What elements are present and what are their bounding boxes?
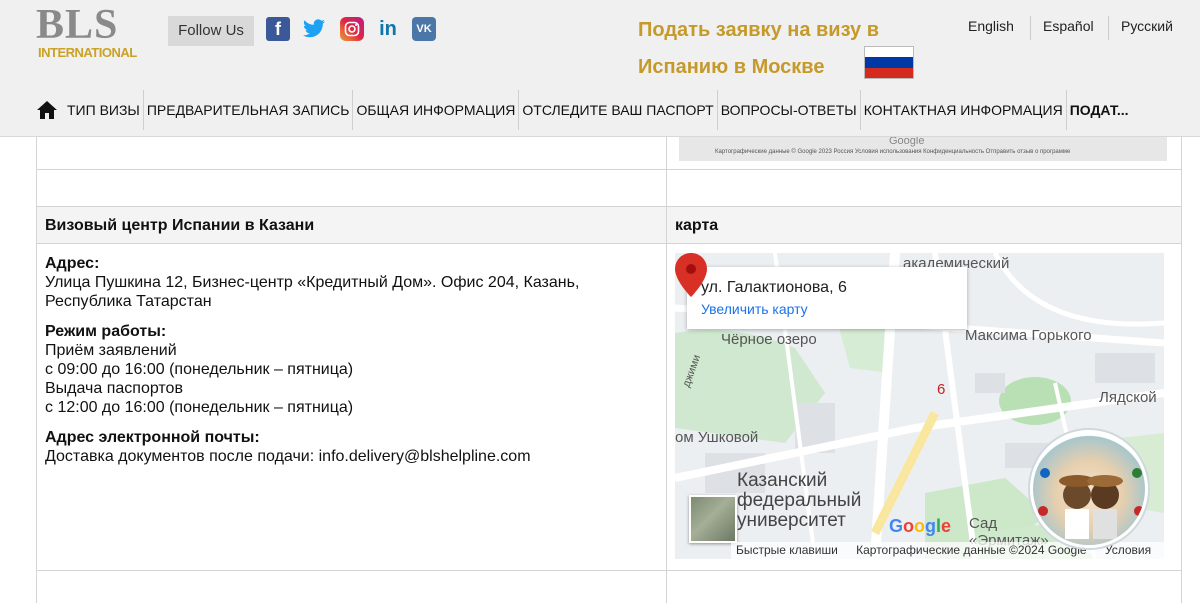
language-russian[interactable]: Русский bbox=[1108, 16, 1185, 40]
nav-apply[interactable]: ПОДАТ... bbox=[1067, 90, 1132, 130]
facebook-icon[interactable]: f bbox=[266, 17, 290, 41]
map-terms-link[interactable]: Условия bbox=[1105, 543, 1151, 557]
instagram-icon[interactable] bbox=[340, 17, 364, 41]
email-value: Доставка документов после подачи: info.d… bbox=[45, 448, 531, 465]
map-column-title: карта bbox=[675, 217, 719, 234]
twitter-icon[interactable] bbox=[302, 17, 326, 41]
nav-general-info[interactable]: ОБЩАЯ ИНФОРМАЦИЯ bbox=[353, 90, 520, 130]
russia-flag-icon bbox=[864, 46, 914, 79]
table-cell bbox=[37, 137, 667, 169]
watermark-badge bbox=[1030, 430, 1148, 548]
place-title: ул. Галактионова, 6 bbox=[701, 279, 847, 296]
previous-map-attribution: Картографические данные © Google 2023 Ро… bbox=[715, 149, 1071, 155]
table-cell bbox=[667, 571, 1181, 603]
address-value: Улица Пушкина 12, Бизнес-центр «Кредитны… bbox=[45, 274, 580, 310]
language-spanish[interactable]: Español bbox=[1030, 16, 1106, 40]
satellite-toggle[interactable] bbox=[689, 495, 737, 543]
table-row bbox=[36, 170, 1182, 207]
map-data-attribution: Картографические данные ©2024 Google bbox=[856, 543, 1087, 557]
previous-map-strip[interactable]: Google Картографические данные © Google … bbox=[679, 137, 1167, 161]
table-cell bbox=[667, 170, 1181, 206]
bls-logo[interactable]: BLS INTERNATIONAL bbox=[36, 4, 140, 62]
google-mark: Google bbox=[889, 137, 925, 147]
site-header: BLS INTERNATIONAL Follow Us f in VK Пода… bbox=[0, 0, 1200, 137]
address-cell: Адрес: Улица Пушкина 12, Бизнес-центр «К… bbox=[37, 244, 667, 570]
vk-icon[interactable]: VK bbox=[412, 17, 436, 41]
hours-line: с 12:00 до 16:00 (понедельник – пятница) bbox=[45, 399, 354, 416]
nav-track-passport[interactable]: ОТСЛЕДИТЕ ВАШ ПАСПОРТ bbox=[519, 90, 718, 130]
hours-line: Выдача паспортов bbox=[45, 380, 183, 397]
map-label-lyadskoy: Лядской bbox=[1099, 389, 1157, 406]
pin-number: 6 bbox=[937, 381, 946, 398]
keyboard-shortcuts-link[interactable]: Быстрые клавиши bbox=[736, 543, 838, 557]
table-cell bbox=[37, 170, 667, 206]
hours-line: с 09:00 до 16:00 (понедельник – пятница) bbox=[45, 361, 354, 378]
google-logo: Google bbox=[889, 516, 952, 536]
place-info-card: ул. Галактионова, 6 Увеличить карту bbox=[687, 267, 967, 329]
address-label: Адрес: bbox=[45, 255, 100, 272]
language-english[interactable]: English bbox=[956, 16, 1026, 40]
follow-us-label: Follow Us bbox=[168, 16, 254, 46]
email-label: Адрес электронной почты: bbox=[45, 429, 260, 446]
main-nav: ТИП ВИЗЫ ПРЕДВАРИТЕЛЬНАЯ ЗАПИСЬ ОБЩАЯ ИН… bbox=[30, 90, 1170, 130]
nav-faq[interactable]: ВОПРОСЫ-ОТВЕТЫ bbox=[718, 90, 861, 130]
home-icon[interactable] bbox=[30, 90, 64, 130]
nav-contact-info[interactable]: КОНТАКТНАЯ ИНФОРМАЦИЯ bbox=[861, 90, 1067, 130]
map-label-gorky: Максима Горького bbox=[965, 327, 1092, 344]
table-row bbox=[36, 571, 1182, 603]
nav-appointment[interactable]: ПРЕДВАРИТЕЛЬНАЯ ЗАПИСЬ bbox=[144, 90, 354, 130]
table-header-row: Визовый центр Испании в Казани карта bbox=[36, 207, 1182, 244]
map-pin-icon[interactable] bbox=[675, 253, 707, 297]
map-label-chernoe-ozero: Чёрное озеро bbox=[721, 331, 817, 348]
center-title: Визовый центр Испании в Казани bbox=[37, 207, 667, 243]
hours-label: Режим работы: bbox=[45, 323, 167, 340]
hours-line: Приём заявлений bbox=[45, 342, 177, 359]
logo-sub-text: INTERNATIONAL bbox=[38, 45, 137, 60]
logo-main-text: BLS bbox=[36, 2, 119, 48]
table-cell bbox=[37, 571, 667, 603]
map-label-university: Казанский федеральный университет bbox=[737, 470, 862, 531]
enlarge-map-link[interactable]: Увеличить карту bbox=[701, 301, 953, 317]
nav-visa-type[interactable]: ТИП ВИЗЫ bbox=[64, 90, 144, 130]
map-label-ushkovoy: ом Ушковой bbox=[675, 429, 759, 446]
linkedin-icon[interactable]: in bbox=[376, 17, 400, 41]
